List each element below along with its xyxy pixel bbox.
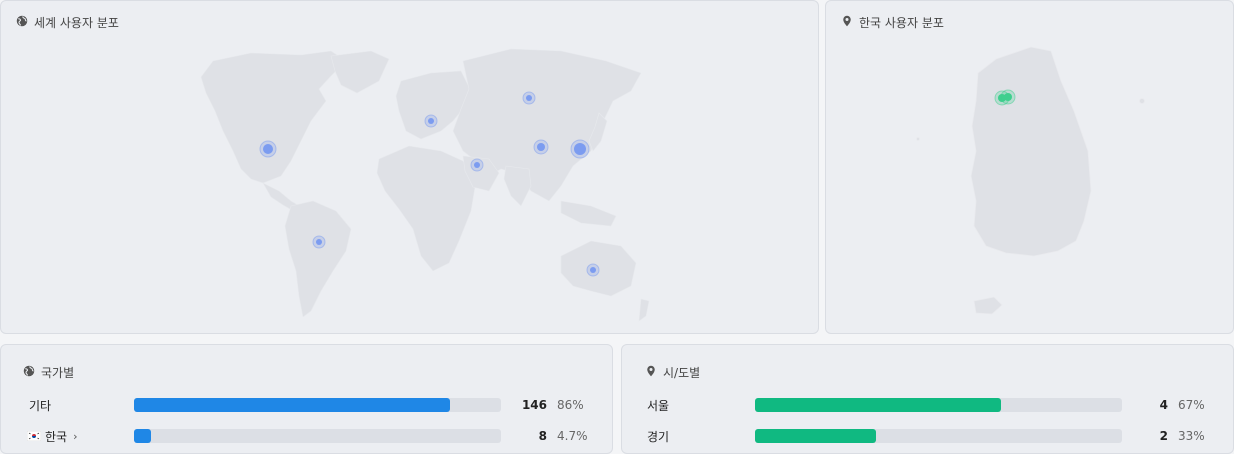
landmass-greenland bbox=[330, 50, 390, 94]
country-bar-fill bbox=[134, 429, 152, 443]
map-pin-icon bbox=[645, 365, 657, 380]
region-row-seoul: 서울 4 67% bbox=[622, 395, 1233, 415]
country-percent: 86% bbox=[557, 398, 584, 412]
world-user-dot bbox=[263, 144, 273, 154]
country-count: 146 bbox=[521, 398, 547, 412]
landmass-india bbox=[503, 165, 532, 207]
world-user-dot bbox=[428, 118, 434, 124]
region-breakdown-card: 시/도별 서울 4 67% 경기 2 33% bbox=[621, 344, 1234, 454]
continent-north-america bbox=[200, 50, 347, 184]
region-bar-fill bbox=[755, 398, 1001, 412]
region-card-title: 시/도별 bbox=[663, 366, 701, 380]
country-percent: 4.7% bbox=[557, 429, 588, 443]
jeju-island bbox=[973, 296, 1003, 315]
world-distribution-card: 세계 사용자 분포 bbox=[0, 0, 819, 334]
country-card-header: 국가별 bbox=[23, 364, 74, 381]
country-card-title: 국가별 bbox=[41, 366, 75, 380]
country-row-other: 기타 146 86% bbox=[1, 395, 612, 415]
region-bar-track bbox=[755, 429, 1122, 443]
korea-map bbox=[916, 46, 1145, 315]
region-count: 4 bbox=[1159, 398, 1168, 412]
region-count: 2 bbox=[1159, 429, 1168, 443]
kr-flag-icon bbox=[27, 431, 41, 441]
region-bar-fill bbox=[755, 429, 877, 443]
world-user-dot bbox=[474, 162, 480, 168]
region-percent: 33% bbox=[1178, 429, 1205, 443]
country-count: 8 bbox=[538, 429, 547, 443]
world-user-dot bbox=[590, 267, 596, 273]
world-map bbox=[200, 48, 650, 322]
world-user-dot bbox=[537, 143, 545, 151]
country-bar-fill bbox=[134, 398, 450, 412]
landmass-new-zealand bbox=[638, 298, 650, 322]
region-label: 서울 bbox=[647, 398, 670, 413]
world-user-dot bbox=[526, 95, 532, 101]
landmass-southeast-asia bbox=[560, 200, 617, 227]
region-bar-track bbox=[755, 398, 1122, 412]
world-user-dot bbox=[574, 143, 586, 155]
region-label: 경기 bbox=[647, 429, 670, 444]
korea-peninsula bbox=[970, 46, 1092, 257]
region-row-gyeonggi: 경기 2 33% bbox=[622, 426, 1233, 446]
korea-user-dots bbox=[994, 89, 1016, 106]
region-percent: 67% bbox=[1178, 398, 1205, 412]
country-breakdown-card: 국가별 기타 146 86% 한국 › 8 4.7% bbox=[0, 344, 613, 454]
korea-user-dot bbox=[1004, 93, 1012, 101]
west-island bbox=[916, 137, 920, 141]
korea-distribution-card: 한국 사용자 분포 bbox=[825, 0, 1234, 334]
country-bar-track bbox=[134, 429, 501, 443]
chevron-right-icon[interactable]: › bbox=[73, 430, 77, 443]
country-label: 기타 bbox=[29, 398, 52, 413]
ulleungdo-island bbox=[1139, 98, 1145, 104]
globe-icon bbox=[23, 365, 35, 380]
region-card-header: 시/도별 bbox=[645, 364, 700, 381]
world-user-dot bbox=[316, 239, 322, 245]
country-bar-track bbox=[134, 398, 501, 412]
country-row-korea[interactable]: 한국 › 8 4.7% bbox=[1, 426, 612, 446]
continent-africa bbox=[376, 145, 477, 272]
country-label[interactable]: 한국 › bbox=[27, 428, 78, 445]
continent-south-america bbox=[284, 200, 352, 318]
